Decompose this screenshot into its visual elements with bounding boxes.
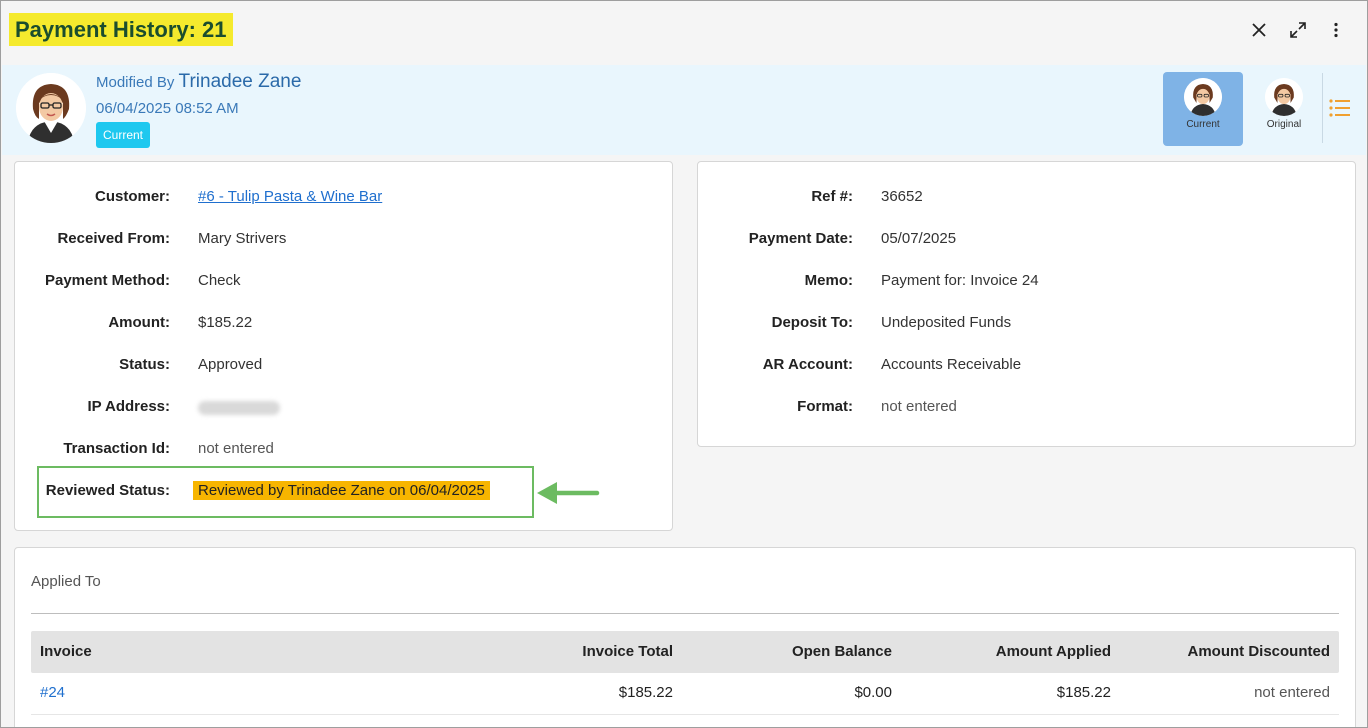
- window-title: Payment History: 21: [9, 13, 233, 46]
- format-label: Format:: [797, 398, 853, 415]
- reviewed-status-label: Reviewed Status:: [45, 482, 170, 499]
- version-original-button[interactable]: Original: [1244, 72, 1324, 146]
- transaction-id-value: not entered: [198, 440, 274, 457]
- status-label: Status:: [119, 356, 170, 373]
- ar-account-label: AR Account:: [762, 356, 853, 373]
- deposit-to-label: Deposit To:: [771, 314, 853, 331]
- list-icon[interactable]: [1328, 97, 1352, 119]
- column-header-invoice[interactable]: Invoice: [40, 643, 92, 660]
- avatar: [1265, 78, 1303, 116]
- close-icon[interactable]: [1246, 17, 1272, 43]
- payment-date-label: Payment Date:: [748, 230, 853, 247]
- format-value: not entered: [881, 398, 957, 415]
- column-header-amount-applied[interactable]: Amount Applied: [996, 643, 1111, 660]
- divider: [1322, 73, 1323, 143]
- customer-label: Customer:: [94, 188, 170, 205]
- payment-date-value: 05/07/2025: [881, 230, 957, 247]
- ar-account-value: Accounts Receivable: [881, 356, 1022, 373]
- modified-datetime: 06/04/2025 08:52 AM: [96, 100, 239, 117]
- payment-method-value: Check: [198, 272, 241, 289]
- memo-value: Payment for: Invoice 24: [881, 272, 1039, 289]
- ref-label: Ref #:: [811, 188, 853, 205]
- amount-label: Amount:: [108, 314, 170, 331]
- open-balance-cell: $0.00: [854, 684, 892, 701]
- status-value: Approved: [198, 356, 263, 373]
- modified-by: Modified By Trinadee Zane: [96, 71, 301, 93]
- ref-value: 36652: [881, 188, 923, 205]
- transaction-id-label: Transaction Id:: [63, 440, 170, 457]
- modified-by-band: Modified By Trinadee Zane 06/04/2025 08:…: [2, 65, 1366, 155]
- amount-applied-cell: $185.22: [1056, 684, 1111, 701]
- payment-history-window: Payment History: 21 Modified By Trinadee…: [0, 0, 1368, 728]
- version-current-button[interactable]: Current: [1163, 72, 1243, 146]
- current-badge: Current: [96, 122, 151, 148]
- column-header-amount-discounted[interactable]: Amount Discounted: [1188, 643, 1331, 660]
- applied-to-title: Applied To: [31, 573, 101, 590]
- title-bar: Payment History: 21: [1, 1, 1367, 61]
- version-label: Current: [1186, 119, 1220, 130]
- invoice-total-cell: $185.22: [618, 684, 673, 701]
- callout-arrow-icon: [537, 482, 600, 504]
- payment-method-label: Payment Method:: [44, 272, 170, 289]
- customer-link[interactable]: #6 - Tulip Pasta & Wine Bar: [198, 188, 382, 205]
- column-header-open-balance[interactable]: Open Balance: [792, 643, 892, 660]
- reviewed-status-value: Reviewed by Trinadee Zane on 06/04/2025: [193, 481, 490, 500]
- version-label: Original: [1266, 119, 1302, 130]
- invoice-link[interactable]: #24: [40, 684, 65, 701]
- modified-by-name: Trinadee Zane: [178, 71, 302, 92]
- memo-label: Memo:: [804, 272, 853, 289]
- amount-value: $185.22: [198, 314, 253, 331]
- avatar: [1184, 78, 1222, 116]
- amount-discounted-cell: not entered: [1254, 684, 1330, 701]
- more-vert-icon[interactable]: [1323, 17, 1349, 43]
- modified-by-prefix: Modified By: [96, 74, 175, 91]
- avatar: [16, 73, 86, 143]
- ip-address-value-redacted: [198, 401, 280, 415]
- received-from-label: Received From:: [57, 230, 170, 247]
- ip-address-label: IP Address:: [87, 398, 170, 415]
- received-from-value: Mary Strivers: [198, 230, 287, 247]
- table-header: Invoice Invoice Total Open Balance Amoun…: [31, 631, 1339, 673]
- table-row: #24 $185.22 $0.00 $185.22 not entered: [31, 673, 1339, 715]
- expand-icon[interactable]: [1285, 17, 1311, 43]
- column-header-invoice-total[interactable]: Invoice Total: [582, 643, 673, 660]
- divider: [31, 613, 1339, 614]
- deposit-to-value: Undeposited Funds: [881, 314, 1012, 331]
